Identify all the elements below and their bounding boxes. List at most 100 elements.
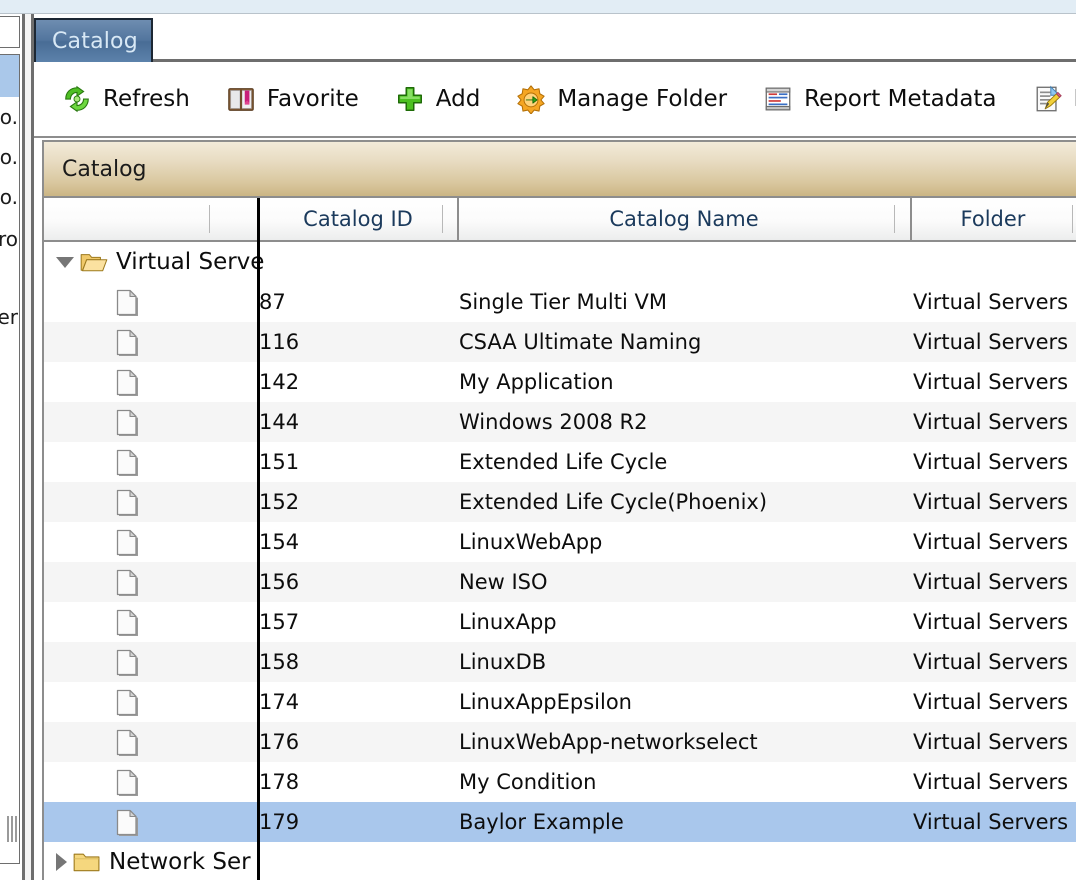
cell-catalog-id: 178 (259, 770, 300, 794)
table-row[interactable]: 179 Baylor Example Virtual Servers (44, 802, 1076, 842)
table-row[interactable]: 176 LinuxWebApp-networkselect Virtual Serv… (44, 722, 1076, 762)
column-header-catalog-id[interactable]: Catalog ID (259, 198, 457, 240)
table-row[interactable]: 174 LinuxAppEpsilon Virtual Servers (44, 682, 1076, 722)
grid-section-title: Catalog (44, 140, 1076, 198)
toolbar-button-edit[interactable]: E (1033, 84, 1076, 114)
document-icon (116, 409, 138, 436)
tree-cell (44, 562, 249, 602)
tree-cell[interactable]: Virtual Serve (44, 242, 264, 282)
refresh-icon (62, 84, 92, 114)
column-header-separator-3 (894, 205, 895, 233)
cell-folder: Virtual Servers (913, 730, 1069, 754)
toolbar-label-refresh: Refresh (103, 86, 190, 112)
cell-catalog-name: Windows 2008 R2 (459, 410, 648, 434)
column-header-separator-2 (442, 205, 443, 233)
table-row[interactable]: 152 Extended Life Cycle(Phoenix) Virtual S… (44, 482, 1076, 522)
toolbar-label-add: Add (435, 86, 481, 112)
grid-body[interactable]: Virtual Serve 87 Single Tier Multi VM Virtu… (44, 242, 1076, 880)
left-navigation-panel: o. o. o. ro er (0, 14, 22, 880)
table-row[interactable]: 151 Extended Life Cycle Virtual Servers (44, 442, 1076, 482)
tree-cell (44, 362, 249, 402)
tree-group-label: Virtual Serve (116, 249, 265, 275)
column-header-folder[interactable]: Folder (913, 198, 1073, 240)
cell-folder: Virtual Servers (913, 650, 1069, 674)
tree-cell (44, 802, 249, 842)
left-panel-search-box[interactable] (0, 16, 20, 48)
toolbar-label-favorite: Favorite (266, 86, 359, 112)
tree-group-row[interactable]: Virtual Serve (44, 242, 1076, 282)
left-panel-item-2[interactable]: o. (0, 185, 19, 209)
table-row[interactable]: 157 LinuxApp Virtual Servers (44, 602, 1076, 642)
edit-document-icon (1033, 84, 1063, 114)
window-top-strip (0, 0, 1076, 14)
document-icon (116, 729, 138, 756)
document-icon (116, 689, 138, 716)
left-panel-item-0[interactable]: o. (0, 105, 19, 129)
cell-catalog-name: New ISO (459, 570, 548, 594)
left-panel-selected-item[interactable] (0, 55, 19, 97)
toolbar-button-add[interactable]: Add (395, 84, 481, 114)
tree-cell (44, 282, 249, 322)
cell-folder: Virtual Servers (913, 290, 1069, 314)
main-content-area: Catalog Refresh Favorite Add Manage Fold… (34, 14, 1076, 880)
document-icon (116, 529, 138, 556)
cell-folder: Virtual Servers (913, 610, 1069, 634)
tab-catalog[interactable]: Catalog (34, 18, 153, 62)
tree-cell (44, 402, 249, 442)
cell-catalog-name: Extended Life Cycle(Phoenix) (459, 490, 768, 514)
document-icon (116, 369, 138, 396)
column-resize-indicator[interactable] (257, 198, 260, 880)
cell-catalog-name: CSAA Ultimate Naming (459, 330, 702, 354)
manage-folder-icon (516, 84, 546, 114)
table-row[interactable]: 178 My Condition Virtual Servers (44, 762, 1076, 802)
cell-catalog-id: 144 (259, 410, 300, 434)
toolbar-button-refresh[interactable]: Refresh (62, 84, 190, 114)
table-row[interactable]: 142 My Application Virtual Servers (44, 362, 1076, 402)
tab-catalog-label: Catalog (52, 28, 138, 54)
table-row[interactable]: 144 Windows 2008 R2 Virtual Servers (44, 402, 1076, 442)
toolbar-button-manage-folder[interactable]: Manage Folder (516, 84, 727, 114)
cell-catalog-name: LinuxWebApp (459, 530, 603, 554)
tree-cell (44, 522, 249, 562)
table-row[interactable]: 87 Single Tier Multi VM Virtual Servers (44, 282, 1076, 322)
table-row[interactable]: 158 LinuxDB Virtual Servers (44, 642, 1076, 682)
folder-closed-icon (73, 851, 101, 873)
column-header-catalog-name[interactable]: Catalog Name (459, 198, 909, 240)
document-icon (116, 609, 138, 636)
add-plus-icon (395, 84, 425, 114)
column-divider-3[interactable] (910, 198, 912, 240)
left-panel-item-3[interactable]: ro (0, 227, 19, 251)
left-panel-item-4[interactable]: er (0, 305, 19, 329)
tree-cell[interactable]: Network Ser (44, 842, 251, 880)
cell-catalog-name: LinuxAppEpsilon (459, 690, 632, 714)
table-row[interactable]: 156 New ISO Virtual Servers (44, 562, 1076, 602)
tree-group-row[interactable]: Network Ser (44, 842, 1076, 880)
cell-folder: Virtual Servers (913, 770, 1069, 794)
cell-catalog-id: 142 (259, 370, 300, 394)
cell-catalog-name: LinuxApp (459, 610, 557, 634)
toolbar-button-favorite[interactable]: Favorite (226, 84, 359, 114)
cell-catalog-id: 151 (259, 450, 300, 474)
left-panel-item-1[interactable]: o. (0, 145, 19, 169)
cell-catalog-name: My Application (459, 370, 614, 394)
column-header-catalog-id-label: Catalog ID (303, 207, 413, 231)
left-panel-list[interactable]: o. o. o. ro er (0, 54, 20, 864)
tree-cell (44, 602, 249, 642)
column-header-folder-label: Folder (960, 207, 1026, 231)
table-row[interactable]: 154 LinuxWebApp Virtual Servers (44, 522, 1076, 562)
document-icon (116, 769, 138, 796)
column-header-separator-4 (1072, 205, 1073, 233)
application-window: o. o. o. ro er Catalog (0, 0, 1076, 880)
toolbar-button-report-metadata[interactable]: Report Metadata (763, 84, 997, 114)
tree-cell (44, 322, 249, 362)
column-header-tree[interactable] (44, 198, 257, 240)
chevron-right-icon[interactable] (56, 853, 67, 871)
tree-cell (44, 722, 249, 762)
column-header-separator-1 (209, 205, 210, 233)
panel-splitter-handle[interactable] (7, 816, 20, 842)
cell-folder: Virtual Servers (913, 370, 1069, 394)
chevron-down-icon[interactable] (56, 256, 74, 268)
column-header-catalog-name-label: Catalog Name (609, 207, 759, 231)
table-row[interactable]: 116 CSAA Ultimate Naming Virtual Servers (44, 322, 1076, 362)
cell-catalog-id: 176 (259, 730, 300, 754)
